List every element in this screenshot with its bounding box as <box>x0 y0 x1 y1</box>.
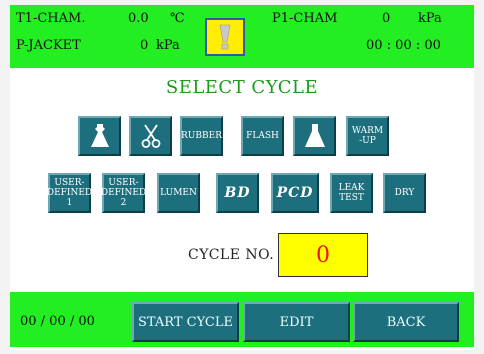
dry-cycle-button[interactable]: DRY <box>383 173 426 213</box>
user-defined-2-label: USER- DEFINED 2 <box>100 178 147 208</box>
p1-value: 0 <box>382 11 391 26</box>
cycle-no-field[interactable]: 0 <box>278 233 368 277</box>
edit-button[interactable]: EDIT <box>243 302 350 342</box>
scissors-icon <box>141 124 160 148</box>
textile-icon <box>90 124 109 147</box>
warm-up-cycle-button[interactable]: WARM -UP <box>346 116 389 156</box>
p1-label: P1-CHAM <box>272 11 338 26</box>
pcd-label: PCD <box>276 185 314 201</box>
jacket-unit: kPa <box>156 38 180 53</box>
jacket-label: P-JACKET <box>16 38 81 53</box>
control-panel-screen: T1-CHAM. 0.0 ℃ P-JACKET 0 kPa P1-CHAM 0 … <box>10 5 474 350</box>
bd-label: BD <box>224 185 251 201</box>
dry-label: DRY <box>394 188 415 198</box>
warning-button[interactable] <box>205 18 245 56</box>
instrument-cycle-button[interactable] <box>129 116 172 156</box>
lumen-cycle-button[interactable]: LUMEN <box>157 173 200 213</box>
rubber-cycle-button[interactable]: RUBBER <box>180 116 223 156</box>
bd-cycle-button[interactable]: BD <box>216 173 259 213</box>
warm-up-label: WARM -UP <box>351 126 384 146</box>
user-defined-1-button[interactable]: USER- DEFINED 1 <box>46 173 93 213</box>
clock: 00 : 00 : 00 <box>366 38 441 53</box>
flash-cycle-button[interactable]: FLASH <box>241 116 284 156</box>
bottom-bar: 00 / 00 / 00 START CYCLE EDIT BACK <box>10 292 474 347</box>
exclamation-icon <box>219 24 231 50</box>
user-defined-1-label: USER- DEFINED 1 <box>46 178 93 208</box>
cycle-no-label: CYCLE NO. <box>188 247 275 263</box>
page-title: SELECT CYCLE <box>165 77 319 98</box>
jacket-value: 0 <box>140 38 149 53</box>
pcd-cycle-button[interactable]: PCD <box>271 173 319 213</box>
rubber-label: RUBBER <box>181 131 222 141</box>
back-button[interactable]: BACK <box>353 302 459 342</box>
flask-icon <box>304 124 325 147</box>
t1-label: T1-CHAM. <box>16 11 86 26</box>
user-defined-2-button[interactable]: USER- DEFINED 2 <box>100 173 147 213</box>
leak-test-label: LEAK TEST <box>338 183 365 203</box>
status-bar: T1-CHAM. 0.0 ℃ P-JACKET 0 kPa P1-CHAM 0 … <box>10 5 474 68</box>
t1-value: 0.0 <box>128 11 149 26</box>
flash-label: FLASH <box>246 131 279 141</box>
leak-test-button[interactable]: LEAK TEST <box>330 173 373 213</box>
t1-unit: ℃ <box>170 11 185 26</box>
p1-unit: kPa <box>418 11 442 26</box>
liquid-cycle-button[interactable] <box>293 116 336 156</box>
lumen-label: LUMEN <box>160 188 197 198</box>
start-cycle-button[interactable]: START CYCLE <box>132 302 239 342</box>
textile-cycle-button[interactable] <box>78 116 121 156</box>
date-display: 00 / 00 / 00 <box>20 314 95 329</box>
